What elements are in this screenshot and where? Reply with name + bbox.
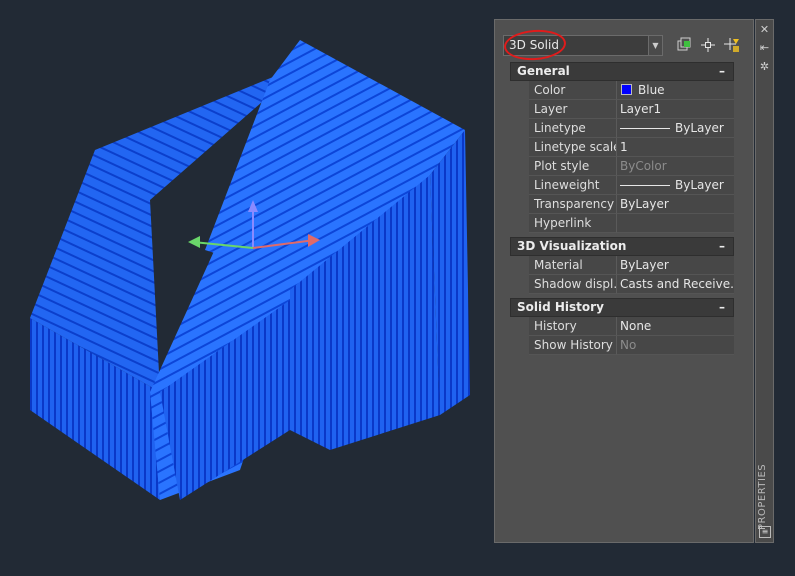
- row-gutter: [510, 176, 529, 195]
- row-gutter: [510, 138, 529, 157]
- collapse-icon[interactable]: –: [719, 299, 725, 316]
- property-name: Color: [529, 81, 617, 100]
- property-value[interactable]: None: [617, 317, 734, 336]
- palette-menu-icon[interactable]: ≡: [759, 526, 771, 538]
- property-row-hyperlink[interactable]: Hyperlink: [510, 214, 734, 233]
- property-value[interactable]: ByLayer: [617, 119, 734, 138]
- property-value: ByColor: [617, 157, 734, 176]
- select-objects-icon[interactable]: [699, 36, 717, 54]
- property-value: No: [617, 336, 734, 355]
- property-row-layer[interactable]: Layer Layer1: [510, 100, 734, 119]
- section-general: General – Color Blue Layer Layer1 Linety…: [510, 62, 734, 233]
- property-value[interactable]: Casts and Receive...: [617, 275, 734, 294]
- close-icon[interactable]: ✕: [758, 23, 771, 36]
- row-gutter: [510, 100, 529, 119]
- section-title: Solid History: [517, 300, 604, 314]
- property-name: Linetype: [529, 119, 617, 138]
- property-name: Lineweight: [529, 176, 617, 195]
- property-grid: General – Color Blue Layer Layer1 Linety…: [510, 62, 734, 355]
- properties-palette: 3D Solid ▼ General – Color Blue Layer La…: [494, 19, 754, 543]
- property-row-history[interactable]: History None: [510, 317, 734, 336]
- palette-title-strip[interactable]: ✕ ⇤ ✲ PROPERTIES ≡: [755, 19, 774, 543]
- property-name: Linetype scale: [529, 138, 617, 157]
- property-value[interactable]: Blue: [617, 81, 734, 100]
- chevron-down-icon[interactable]: ▼: [648, 36, 662, 55]
- section-header-solid-history[interactable]: Solid History –: [510, 298, 734, 317]
- property-row-plot-style[interactable]: Plot style ByColor: [510, 157, 734, 176]
- property-row-material[interactable]: Material ByLayer: [510, 256, 734, 275]
- section-solid-history: Solid History – History None Show Histor…: [510, 298, 734, 355]
- row-gutter: [510, 119, 529, 138]
- property-name: Hyperlink: [529, 214, 617, 233]
- property-name: Shadow displ...: [529, 275, 617, 294]
- property-name: Show History: [529, 336, 617, 355]
- property-row-linetype[interactable]: Linetype ByLayer: [510, 119, 734, 138]
- row-gutter: [510, 195, 529, 214]
- quick-select-icon[interactable]: [723, 36, 741, 54]
- section-title: 3D Visualization: [517, 239, 627, 253]
- property-name: Layer: [529, 100, 617, 119]
- row-gutter: [510, 256, 529, 275]
- row-gutter: [510, 275, 529, 294]
- lineweight-preview-icon: [620, 185, 670, 186]
- color-value: Blue: [638, 83, 665, 97]
- row-gutter: [510, 157, 529, 176]
- model-viewport[interactable]: [0, 0, 495, 576]
- property-value[interactable]: ByLayer: [617, 256, 734, 275]
- section-header-3d-visualization[interactable]: 3D Visualization –: [510, 237, 734, 256]
- row-gutter: [510, 81, 529, 100]
- collapse-icon[interactable]: –: [719, 238, 725, 255]
- palette-title: PROPERTIES: [757, 463, 768, 530]
- row-gutter: [510, 317, 529, 336]
- property-row-shadow-display[interactable]: Shadow displ... Casts and Receive...: [510, 275, 734, 294]
- lineweight-value: ByLayer: [675, 178, 724, 192]
- row-gutter: [510, 336, 529, 355]
- property-row-transparency[interactable]: Transparency ByLayer: [510, 195, 734, 214]
- highlight-circle-annotation: [503, 27, 567, 63]
- property-name: Plot style: [529, 157, 617, 176]
- property-value[interactable]: ByLayer: [617, 176, 734, 195]
- property-value[interactable]: ByLayer: [617, 195, 734, 214]
- property-row-color[interactable]: Color Blue: [510, 81, 734, 100]
- property-name: Material: [529, 256, 617, 275]
- linetype-preview-icon: [620, 128, 670, 129]
- palette-settings-icon[interactable]: ✲: [758, 60, 771, 73]
- section-header-general[interactable]: General –: [510, 62, 734, 81]
- property-value[interactable]: Layer1: [617, 100, 734, 119]
- section-title: General: [517, 64, 570, 78]
- property-value[interactable]: [617, 214, 734, 233]
- color-swatch-icon: [621, 84, 632, 95]
- linetype-value: ByLayer: [675, 121, 724, 135]
- property-value[interactable]: 1: [617, 138, 734, 157]
- property-name: Transparency: [529, 195, 617, 214]
- toggle-pickadd-icon[interactable]: [675, 36, 693, 54]
- property-row-lineweight[interactable]: Lineweight ByLayer: [510, 176, 734, 195]
- collapse-icon[interactable]: –: [719, 63, 725, 80]
- autohide-icon[interactable]: ⇤: [758, 41, 771, 54]
- solid-model-drawing[interactable]: [0, 0, 495, 576]
- property-name: History: [529, 317, 617, 336]
- property-row-linetype-scale[interactable]: Linetype scale 1: [510, 138, 734, 157]
- section-3d-visualization: 3D Visualization – Material ByLayer Shad…: [510, 237, 734, 294]
- property-row-show-history[interactable]: Show History No: [510, 336, 734, 355]
- row-gutter: [510, 214, 529, 233]
